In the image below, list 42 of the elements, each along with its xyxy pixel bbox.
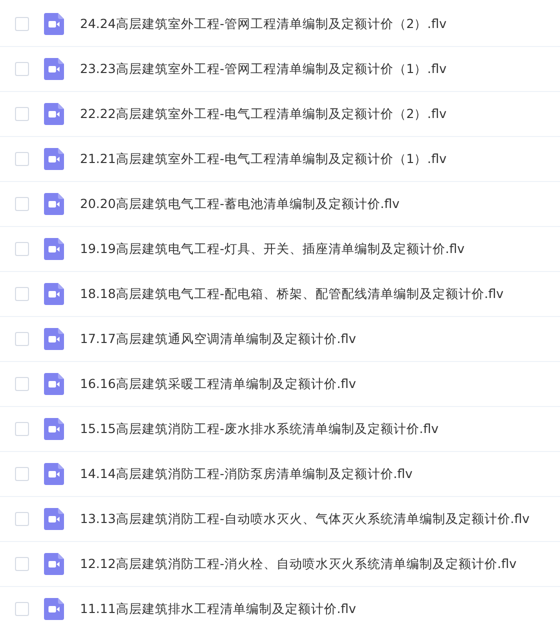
checkbox[interactable] [15, 152, 29, 166]
checkbox[interactable] [15, 467, 29, 481]
video-file-icon [44, 463, 64, 485]
file-name[interactable]: 22.22高层建筑室外工程-电气工程清单编制及定额计价（2）.flv [80, 104, 446, 124]
file-name[interactable]: 20.20高层建筑电气工程-蓄电池清单编制及定额计价.flv [80, 194, 400, 214]
video-file-icon [44, 58, 64, 80]
video-file-icon [44, 508, 64, 530]
file-name[interactable]: 14.14高层建筑消防工程-消防泵房清单编制及定额计价.flv [80, 464, 413, 484]
file-name[interactable]: 19.19高层建筑电气工程-灯具、开关、插座清单编制及定额计价.flv [80, 240, 465, 258]
video-file-icon [44, 328, 64, 350]
file-name[interactable]: 17.17高层建筑通风空调清单编制及定额计价.flv [80, 330, 356, 348]
checkbox[interactable] [15, 377, 29, 391]
video-file-icon [44, 193, 64, 215]
video-file-icon [44, 283, 64, 305]
file-name[interactable]: 21.21高层建筑室外工程-电气工程清单编制及定额计价（1）.flv [80, 150, 446, 168]
checkbox[interactable] [15, 287, 29, 301]
video-file-icon [44, 418, 64, 440]
checkbox[interactable] [15, 332, 29, 346]
file-name[interactable]: 24.24高层建筑室外工程-管网工程清单编制及定额计价（2）.flv [80, 14, 446, 34]
checkbox[interactable] [15, 17, 29, 31]
video-file-icon [44, 238, 64, 260]
checkbox[interactable] [15, 602, 29, 616]
checkbox[interactable] [15, 557, 29, 571]
file-name[interactable]: 18.18高层建筑电气工程-配电箱、桥架、配管配线清单编制及定额计价.flv [80, 284, 504, 304]
video-file-icon [44, 148, 64, 170]
checkbox[interactable] [15, 107, 29, 121]
video-file-icon [44, 373, 64, 395]
checkbox[interactable] [15, 512, 29, 526]
checkbox[interactable] [15, 197, 29, 211]
file-name[interactable]: 16.16高层建筑采暖工程清单编制及定额计价.flv [80, 374, 356, 394]
checkbox[interactable] [15, 62, 29, 76]
checkbox[interactable] [15, 422, 29, 436]
video-file-icon [44, 553, 64, 575]
checkbox[interactable] [15, 242, 29, 256]
file-name[interactable]: 12.12高层建筑消防工程-消火栓、自动喷水灭火系统清单编制及定额计价.flv [80, 554, 517, 574]
file-name[interactable]: 15.15高层建筑消防工程-废水排水系统清单编制及定额计价.flv [80, 420, 439, 438]
video-file-icon [44, 13, 64, 35]
video-file-icon [44, 598, 64, 620]
file-name[interactable]: 23.23高层建筑室外工程-管网工程清单编制及定额计价（1）.flv [80, 60, 446, 78]
video-file-icon [44, 103, 64, 125]
file-name[interactable]: 13.13高层建筑消防工程-自动喷水灭火、气体灭火系统清单编制及定额计价.flv [80, 510, 530, 528]
file-name[interactable]: 11.11高层建筑排水工程清单编制及定额计价.flv [80, 600, 356, 618]
